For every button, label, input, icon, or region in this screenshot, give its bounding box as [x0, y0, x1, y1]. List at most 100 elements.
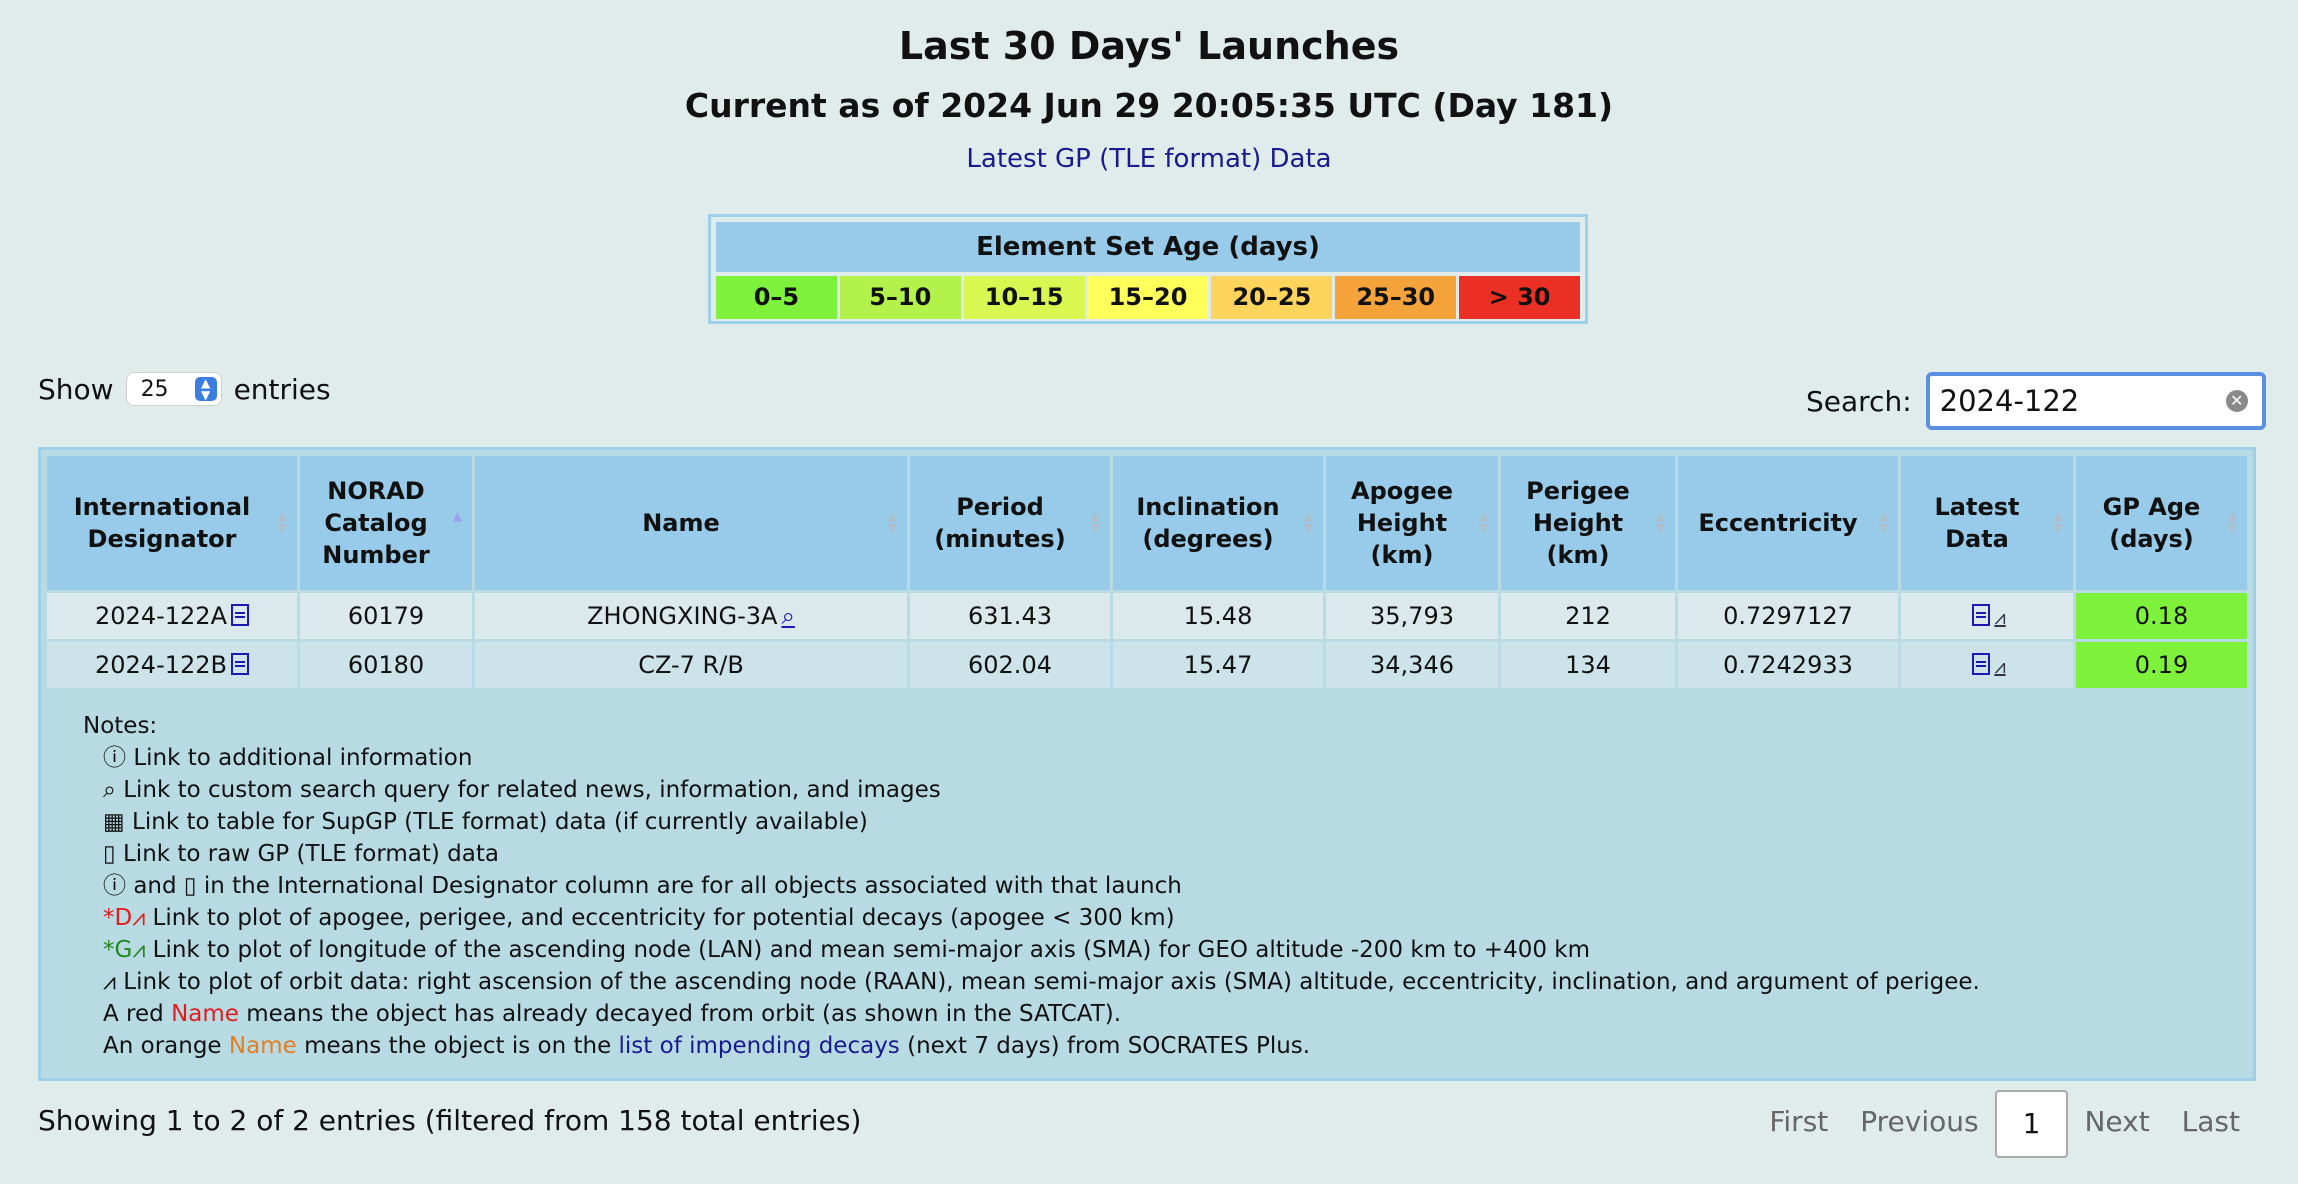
search-label: Search:: [1806, 384, 1912, 418]
document-icon[interactable]: [230, 604, 249, 626]
impending-decays-link[interactable]: list of impending decays: [619, 1033, 900, 1059]
sort-icon: ▲ ▼: [887, 509, 897, 535]
cell-inclination: 15.48: [1113, 593, 1323, 639]
col-inclination[interactable]: Inclination (degrees) ▲ ▼: [1113, 456, 1323, 590]
cell-name: CZ-7 R/B: [475, 642, 907, 688]
cell-name: ZHONGXING-3A ⌕: [475, 593, 907, 639]
cell-eccentricity: 0.7242933: [1678, 642, 1898, 688]
sort-icon: ▲ ▼: [1478, 509, 1488, 535]
note-orbit-plot: ⩘ Link to plot of orbit data: right asce…: [103, 969, 1980, 995]
legend-cell-0-5: 0–5: [716, 276, 837, 319]
cell-designator: 2024-122A: [47, 593, 297, 639]
document-icon[interactable]: [231, 653, 249, 675]
sort-icon: ▲ ▼: [1303, 509, 1313, 535]
col-perigee-height[interactable]: Perigee Height (km) ▲ ▼: [1501, 456, 1675, 590]
search-icon[interactable]: ⌕: [781, 602, 794, 630]
col-norad-catalog-number[interactable]: NORAD Catalog Number ▲: [300, 456, 472, 590]
note-red-name: A red Name means the object has already …: [103, 1001, 1122, 1027]
geo-marker: *G: [103, 937, 133, 963]
search-icon: ⌕: [103, 777, 116, 803]
chart-icon[interactable]: ⩘: [1994, 654, 2005, 678]
cell-gp-age: 0.19: [2076, 642, 2247, 688]
decay-marker: *D: [103, 905, 133, 931]
cell-norad: 60179: [300, 593, 472, 639]
note-search: ⌕ Link to custom search query for relate…: [103, 777, 941, 803]
sort-icon: ▲ ▼: [2053, 509, 2063, 535]
cell-period: 631.43: [910, 593, 1110, 639]
table-icon: ▦: [103, 809, 125, 835]
cell-gp-age: 0.18: [2076, 593, 2247, 639]
cell-latest-data: ⩘: [1901, 593, 2073, 639]
note-orange-name: An orange Name means the object is on th…: [103, 1033, 1311, 1059]
table-row: 2024-122A 60179 ZHONGXING-3A ⌕ 631.43 15.…: [47, 593, 2247, 639]
entries-select-value: 25: [140, 376, 169, 402]
col-international-designator[interactable]: International Designator ▲ ▼: [47, 456, 297, 590]
page-subtitle: Current as of 2024 Jun 29 20:05:35 UTC (…: [684, 86, 1614, 125]
cell-designator: 2024-122B: [47, 642, 297, 688]
cell-perigee: 212: [1501, 593, 1675, 639]
launches-table: International Designator ▲ ▼ NORAD Catalog…: [44, 453, 2250, 691]
sort-icon: ▲ ▼: [1655, 509, 1665, 535]
note-geo: *G⩘ Link to plot of longitude of the asc…: [103, 937, 1591, 963]
col-gp-age[interactable]: GP Age (days) ▲ ▼: [2076, 456, 2247, 590]
note-decay: *D⩘ Link to plot of apogee, perigee, and…: [103, 905, 1175, 931]
legend-cell-20-25: 20–25: [1211, 276, 1333, 319]
first-page-button[interactable]: First: [1753, 1090, 1844, 1158]
launches-table-container: International Designator ▲ ▼ NORAD Catalog…: [38, 447, 2256, 1081]
search-control: Search: 2024-122 ✕: [1806, 372, 2266, 430]
col-name[interactable]: Name ▲ ▼: [475, 456, 907, 590]
next-page-button[interactable]: Next: [2068, 1090, 2165, 1158]
legend-cell-10-15: 10–15: [963, 276, 1085, 319]
document-icon: ▯: [103, 841, 116, 867]
note-document: ▯ Link to raw GP (TLE format) data: [103, 841, 499, 867]
cell-perigee: 134: [1501, 642, 1675, 688]
previous-page-button[interactable]: Previous: [1844, 1090, 1994, 1158]
col-period[interactable]: Period (minutes) ▲ ▼: [910, 456, 1110, 590]
chart-icon[interactable]: ⩘: [1994, 605, 2005, 629]
chart-icon: ⩘: [132, 937, 146, 963]
cell-apogee: 35,793: [1326, 593, 1498, 639]
cell-eccentricity: 0.7297127: [1678, 593, 1898, 639]
info-icon: ⓘ: [103, 873, 126, 899]
col-latest-data[interactable]: Latest Data ▲ ▼: [1901, 456, 2073, 590]
legend-cell-5-10: 5–10: [839, 276, 961, 319]
cell-period: 602.04: [910, 642, 1110, 688]
search-input-value: 2024-122: [1939, 384, 2080, 418]
select-arrows-icon: ▲ ▼: [194, 377, 217, 401]
entries-select[interactable]: 25 ▲ ▼: [125, 372, 222, 406]
cell-apogee: 34,346: [1326, 642, 1498, 688]
last-page-button[interactable]: Last: [2166, 1090, 2256, 1158]
cell-latest-data: ⩘: [1901, 642, 2073, 688]
notes-title: Notes:: [83, 713, 158, 739]
data-link-row: Latest GP (TLE format) Data: [0, 144, 2298, 174]
col-eccentricity[interactable]: Eccentricity ▲ ▼: [1678, 456, 1898, 590]
document-icon[interactable]: [1972, 604, 1991, 626]
legend-cell-over-30: > 30: [1459, 276, 1581, 319]
chart-icon: ⩘: [103, 969, 116, 995]
sort-asc-icon: ▲: [452, 509, 462, 523]
chart-icon: ⩘: [132, 905, 146, 931]
legend-cell-25-30: 25–30: [1335, 276, 1457, 319]
legend-cell-15-20: 15–20: [1087, 276, 1209, 319]
element-set-age-legend: Element Set Age (days) 0–5 5–10 10–15 15…: [708, 214, 1588, 324]
note-info: ⓘ Link to additional information: [103, 745, 473, 771]
table-row: 2024-122B 60180 CZ-7 R/B 602.04 15.47 34…: [47, 642, 2247, 688]
sort-icon: ▲ ▼: [1878, 509, 1888, 535]
document-icon[interactable]: [1972, 653, 1991, 675]
page-title: Last 30 Days' Launches: [898, 24, 1400, 68]
show-label: Show: [38, 372, 114, 406]
note-table: ▦ Link to table for SupGP (TLE format) d…: [103, 809, 868, 835]
sort-icon: ▲ ▼: [277, 509, 287, 535]
search-input[interactable]: 2024-122 ✕: [1925, 372, 2266, 430]
sort-icon: ▲ ▼: [2227, 509, 2237, 535]
page-1-button[interactable]: 1: [1994, 1090, 2069, 1158]
col-apogee-height[interactable]: Apogee Height (km) ▲ ▼: [1326, 456, 1498, 590]
info-icon: ⓘ: [103, 745, 126, 771]
cell-inclination: 15.47: [1113, 642, 1323, 688]
clear-search-icon[interactable]: ✕: [2225, 390, 2248, 412]
note-designator: ⓘ and ▯ in the International Designator …: [103, 873, 1182, 899]
entries-control: Show 25 ▲ ▼ entries: [38, 372, 331, 406]
cell-norad: 60180: [300, 642, 472, 688]
gp-data-link[interactable]: Latest GP (TLE format) Data: [966, 144, 1331, 174]
entries-label: entries: [233, 372, 331, 406]
